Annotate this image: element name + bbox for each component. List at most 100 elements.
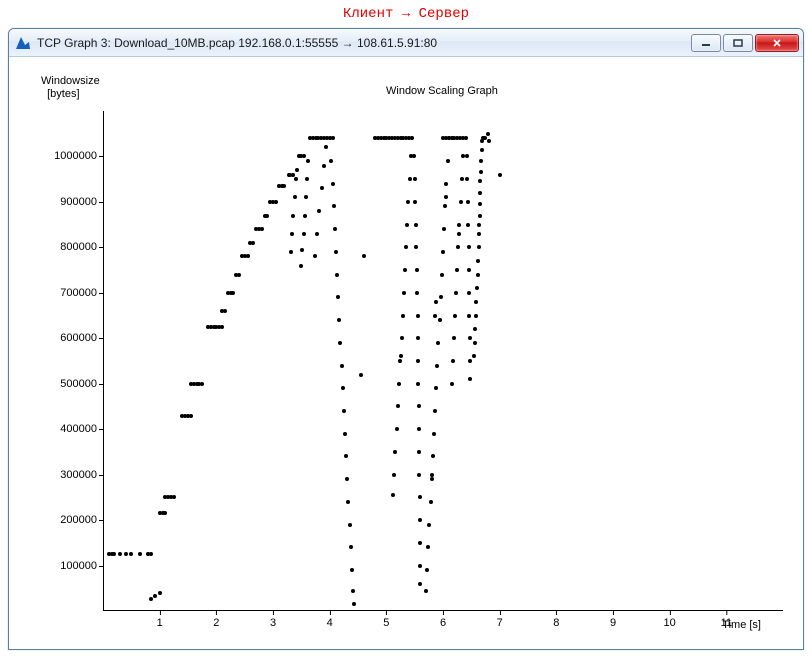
data-point (441, 250, 445, 254)
data-point (331, 182, 335, 186)
data-point (478, 214, 482, 218)
data-point (220, 325, 224, 329)
data-point (149, 552, 153, 556)
maximize-icon (733, 39, 743, 47)
data-point (231, 291, 235, 295)
data-point (487, 139, 491, 143)
x-tick-label: 7 (497, 611, 503, 629)
plot-region[interactable]: 1000002000003000004000005000006000007000… (103, 111, 783, 611)
data-point (468, 336, 472, 340)
data-point (172, 495, 176, 499)
data-point (391, 493, 395, 497)
data-point (474, 314, 478, 318)
data-point (443, 204, 447, 208)
data-point (398, 359, 402, 363)
wireshark-fin-icon (15, 35, 31, 51)
data-point (153, 594, 157, 598)
data-point (200, 382, 204, 386)
data-point (476, 259, 480, 263)
data-point (332, 204, 336, 208)
data-point (359, 373, 363, 377)
data-point (408, 177, 412, 181)
data-point (349, 545, 353, 549)
close-icon (772, 39, 782, 47)
data-point (468, 359, 472, 363)
data-point (457, 223, 461, 227)
y-tick-label: 600000 (60, 332, 103, 344)
data-point (465, 177, 469, 181)
x-tick-label: 4 (327, 611, 333, 629)
data-point (351, 589, 355, 593)
data-point (303, 214, 307, 218)
data-point (336, 295, 340, 299)
data-point (305, 177, 309, 181)
data-point (344, 454, 348, 458)
data-point (467, 291, 471, 295)
data-point (478, 202, 482, 206)
data-point (480, 148, 484, 152)
data-point (315, 232, 319, 236)
data-point (424, 589, 428, 593)
data-point (329, 159, 333, 163)
data-point (444, 195, 448, 199)
data-point (404, 245, 408, 249)
data-point (464, 136, 468, 140)
data-point (350, 568, 354, 572)
x-tick-label: 10 (664, 611, 676, 629)
data-point (416, 336, 420, 340)
data-point (246, 254, 250, 258)
titlebar[interactable]: TCP Graph 3: Download_10MB.pcap 192.168.… (9, 29, 803, 57)
x-tick-label: 8 (553, 611, 559, 629)
data-point (401, 314, 405, 318)
data-point (477, 223, 481, 227)
data-point (461, 154, 465, 158)
data-point (418, 541, 422, 545)
x-tick-label: 2 (213, 611, 219, 629)
data-point (473, 327, 477, 331)
data-point (415, 268, 419, 272)
close-button[interactable] (755, 34, 799, 52)
data-point (416, 359, 420, 363)
direction-annotation: Клиент → Сервер (0, 6, 812, 22)
data-point (251, 241, 255, 245)
data-point (291, 214, 295, 218)
data-point (417, 404, 421, 408)
data-point (459, 200, 463, 204)
data-point (334, 250, 338, 254)
data-point (433, 314, 437, 318)
data-point (342, 409, 346, 413)
data-point (158, 591, 162, 595)
data-point (465, 154, 469, 158)
data-point (331, 136, 335, 140)
data-point (260, 227, 264, 231)
data-point (299, 264, 303, 268)
minimize-button[interactable] (691, 34, 721, 52)
data-point (338, 341, 342, 345)
data-point (413, 177, 417, 181)
data-point (405, 223, 409, 227)
data-point (410, 136, 414, 140)
data-point (295, 168, 299, 172)
data-point (460, 177, 464, 181)
data-point (418, 564, 422, 568)
client-label: Клиент (343, 6, 393, 22)
data-point (406, 200, 410, 204)
data-point (317, 209, 321, 213)
y-tick-label: 1000000 (54, 150, 103, 162)
data-point (418, 582, 422, 586)
data-point (352, 602, 356, 606)
data-point (335, 273, 339, 277)
data-point (486, 132, 490, 136)
data-point (403, 268, 407, 272)
data-point (340, 364, 344, 368)
data-points-layer (103, 111, 783, 611)
data-point (478, 191, 482, 195)
data-point (345, 477, 349, 481)
data-point (438, 318, 442, 322)
data-point (163, 511, 167, 515)
chart-title: Window Scaling Graph (386, 85, 498, 97)
data-point (409, 154, 413, 158)
data-point (450, 382, 454, 386)
data-point (472, 354, 476, 358)
maximize-button[interactable] (723, 34, 753, 52)
